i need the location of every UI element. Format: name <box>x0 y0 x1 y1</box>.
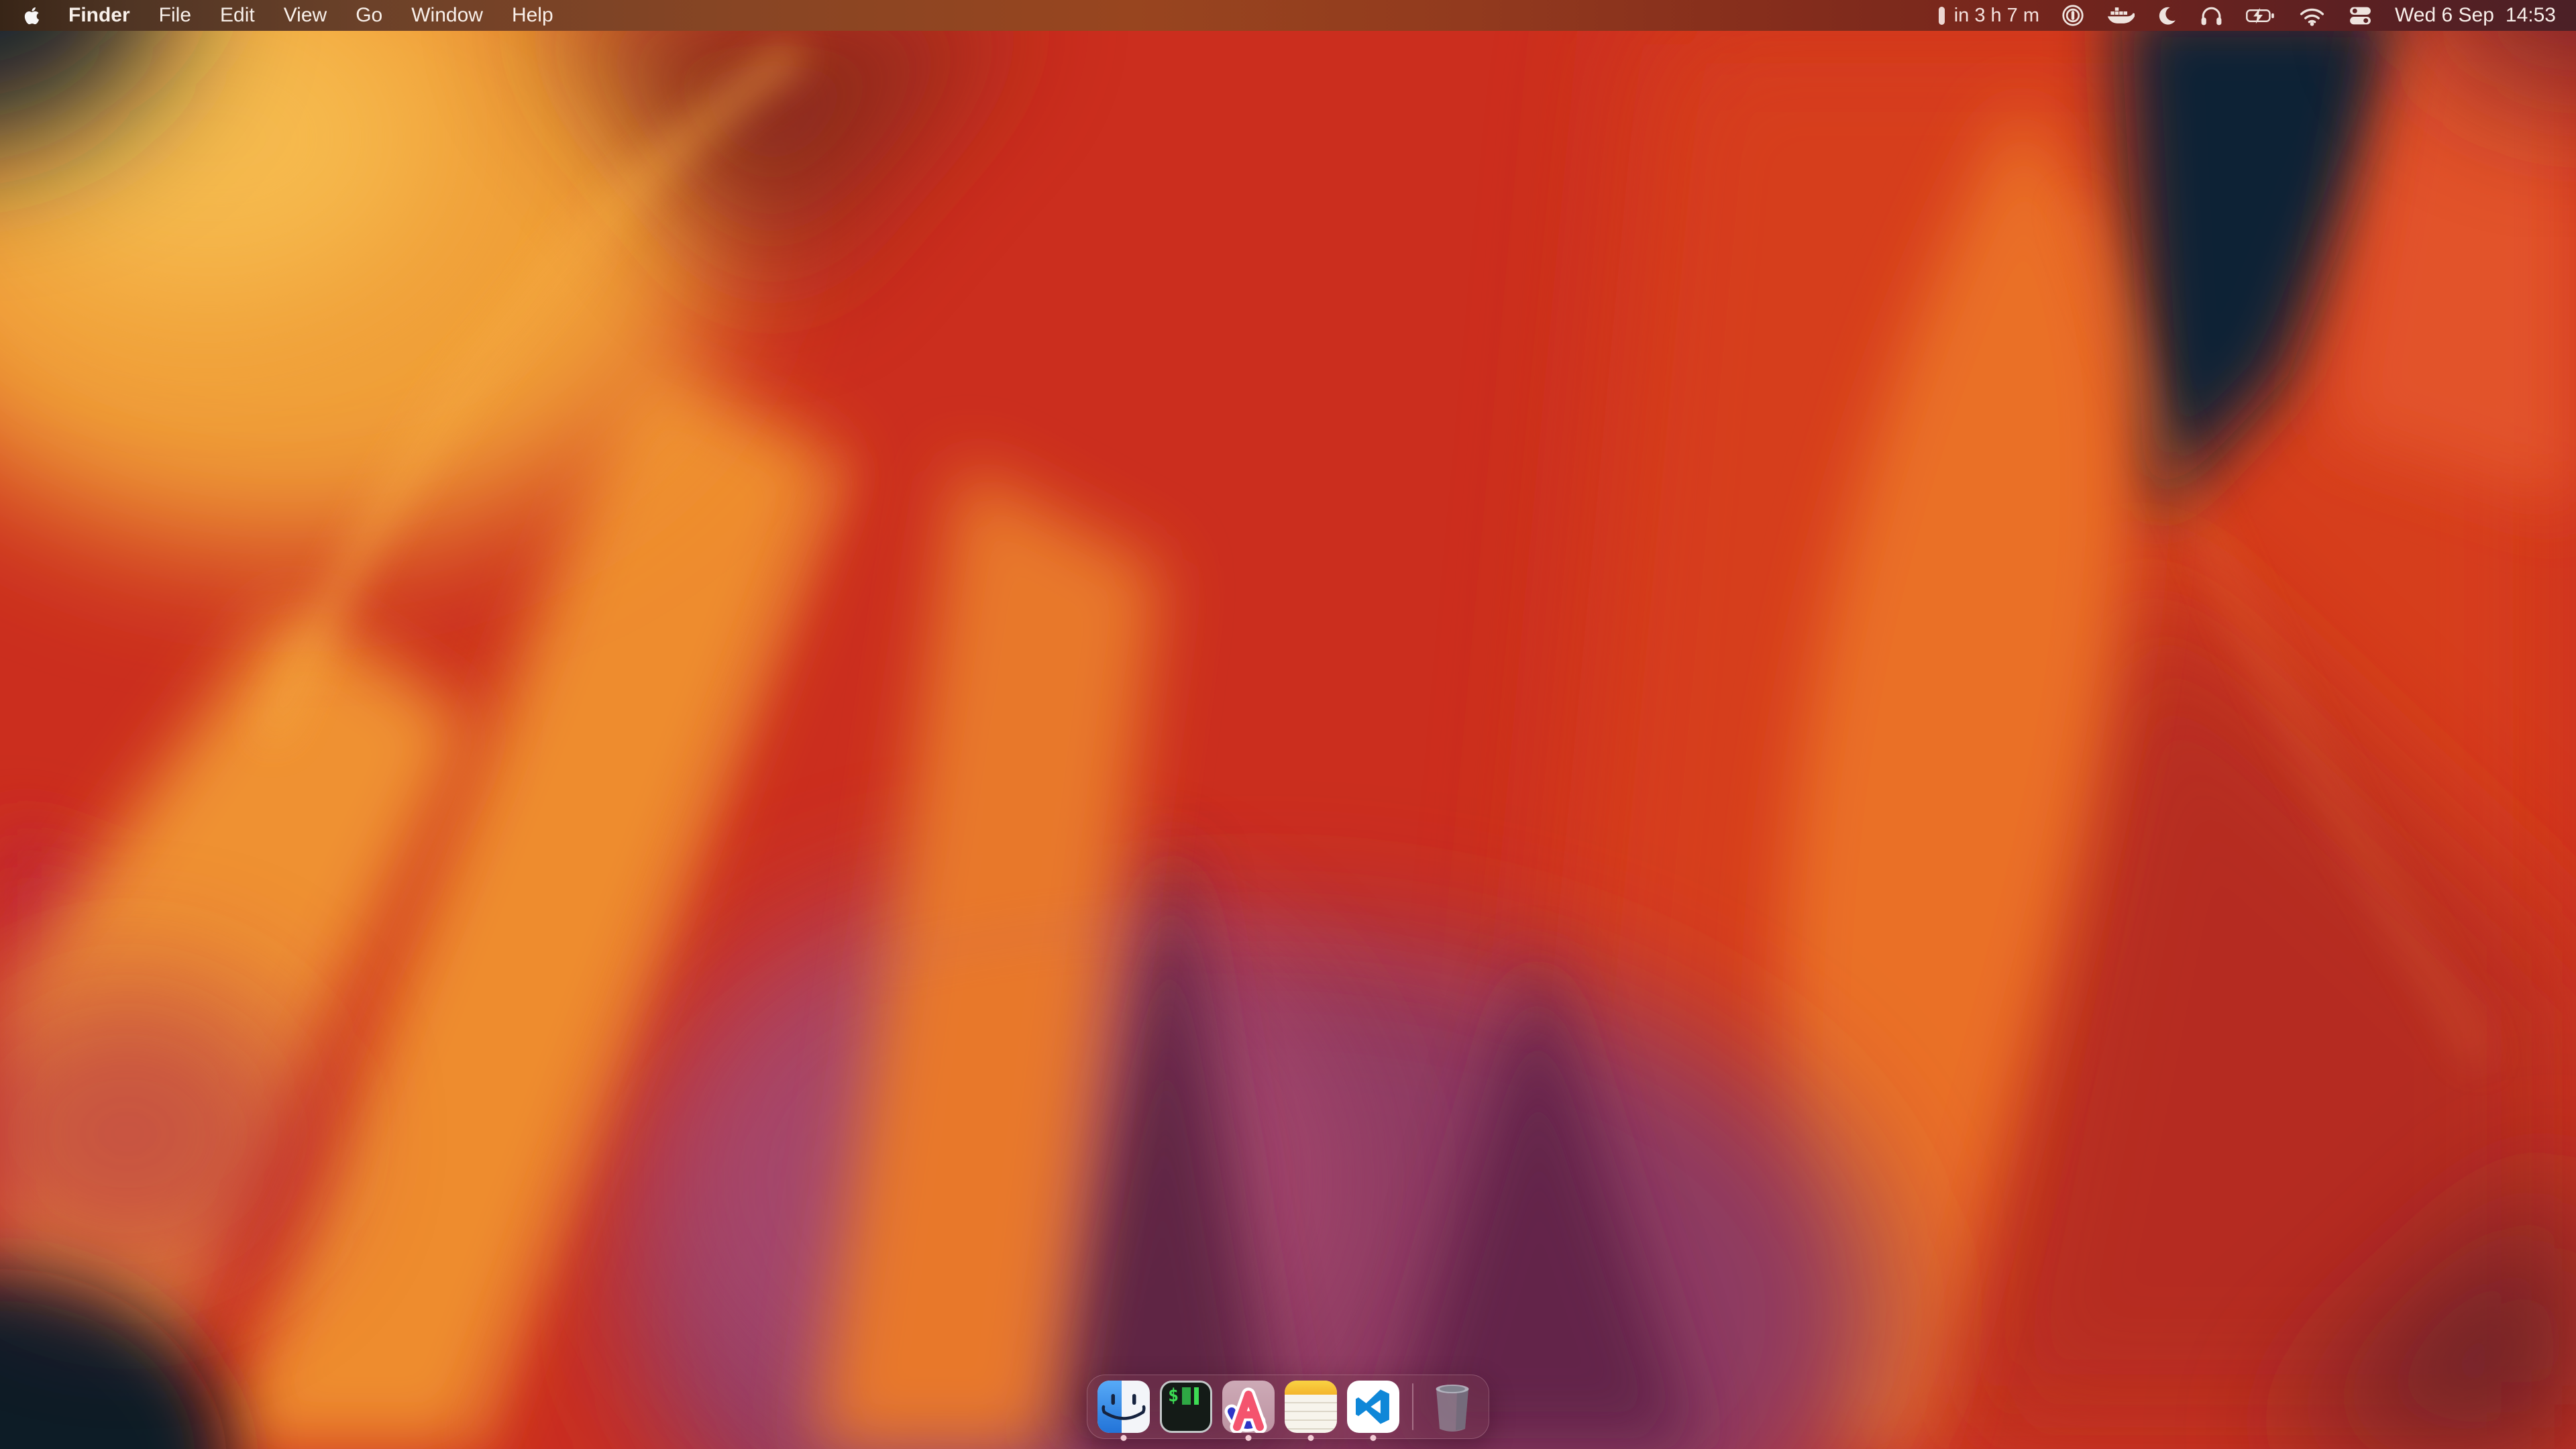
1password-icon <box>2061 4 2084 27</box>
menu-file[interactable]: File <box>159 0 191 31</box>
vscode-logo <box>1356 1389 1391 1424</box>
finder-icon <box>1097 1381 1150 1433</box>
dock-item-vscode[interactable] <box>1347 1381 1399 1433</box>
wallpaper <box>0 0 2576 1449</box>
clock-date: Wed 6 Sep <box>2395 4 2494 27</box>
terminal-cursor-thin <box>1194 1387 1199 1405</box>
headphones-icon <box>2200 5 2223 26</box>
status-control-center[interactable] <box>2348 0 2373 31</box>
timer-pill-icon <box>1939 7 1945 25</box>
battery-charging-icon <box>2245 6 2276 25</box>
terminal-icon: $ <box>1160 1381 1212 1433</box>
trash-icon <box>1426 1381 1479 1433</box>
status-timer[interactable]: in 3 h 7 m <box>1939 0 2039 31</box>
control-center-icon <box>2348 5 2373 26</box>
dock-item-arc[interactable] <box>1222 1381 1275 1433</box>
dock-item-notes[interactable] <box>1285 1381 1337 1433</box>
dock-separator <box>1412 1383 1413 1430</box>
menu-go[interactable]: Go <box>356 0 382 31</box>
running-indicator <box>1308 1435 1314 1441</box>
running-indicator <box>1121 1435 1127 1441</box>
apple-logo-icon <box>24 6 40 25</box>
terminal-cursor <box>1182 1387 1191 1405</box>
wifi-icon <box>2298 5 2326 26</box>
notes-icon <box>1285 1381 1337 1433</box>
menu-view[interactable]: View <box>284 0 327 31</box>
menu-bar-status: in 3 h 7 m <box>1939 0 2576 31</box>
vscode-icon <box>1347 1381 1399 1433</box>
menu-edit[interactable]: Edit <box>220 0 255 31</box>
finder-face <box>1097 1381 1150 1433</box>
arc-logo <box>1222 1381 1275 1433</box>
status-focus[interactable] <box>2157 0 2178 31</box>
menu-window[interactable]: Window <box>411 0 483 31</box>
menu-help[interactable]: Help <box>512 0 553 31</box>
status-1password[interactable] <box>2061 0 2084 31</box>
trash-can <box>1426 1381 1479 1433</box>
notes-header-band <box>1285 1381 1337 1395</box>
docker-icon <box>2106 5 2135 26</box>
dock: $ <box>1087 1375 1489 1439</box>
dock-item-terminal[interactable]: $ <box>1160 1381 1212 1433</box>
active-app-menu[interactable]: Finder <box>68 0 130 31</box>
notes-ruled-lines <box>1285 1395 1337 1433</box>
terminal-prompt: $ <box>1168 1387 1179 1405</box>
apple-menu[interactable] <box>24 0 40 31</box>
arc-browser-icon <box>1222 1381 1275 1433</box>
status-wifi[interactable] <box>2298 0 2326 31</box>
dock-item-trash[interactable] <box>1426 1381 1479 1433</box>
desktop: Finder File Edit View Go Window Help in … <box>0 0 2576 1449</box>
status-docker[interactable] <box>2106 0 2135 31</box>
menu-bar: Finder File Edit View Go Window Help in … <box>0 0 2576 31</box>
dock-item-finder[interactable] <box>1097 1381 1150 1433</box>
focus-moon-icon <box>2157 5 2178 26</box>
running-indicator <box>1246 1435 1252 1441</box>
status-battery[interactable] <box>2245 0 2276 31</box>
menu-bar-clock[interactable]: Wed 6 Sep 14:53 <box>2395 0 2556 31</box>
clock-time: 14:53 <box>2506 4 2556 27</box>
timer-label: in 3 h 7 m <box>1954 5 2039 27</box>
menu-bar-left: Finder File Edit View Go Window Help <box>0 0 553 31</box>
status-audio[interactable] <box>2200 0 2223 31</box>
running-indicator <box>1371 1435 1377 1441</box>
